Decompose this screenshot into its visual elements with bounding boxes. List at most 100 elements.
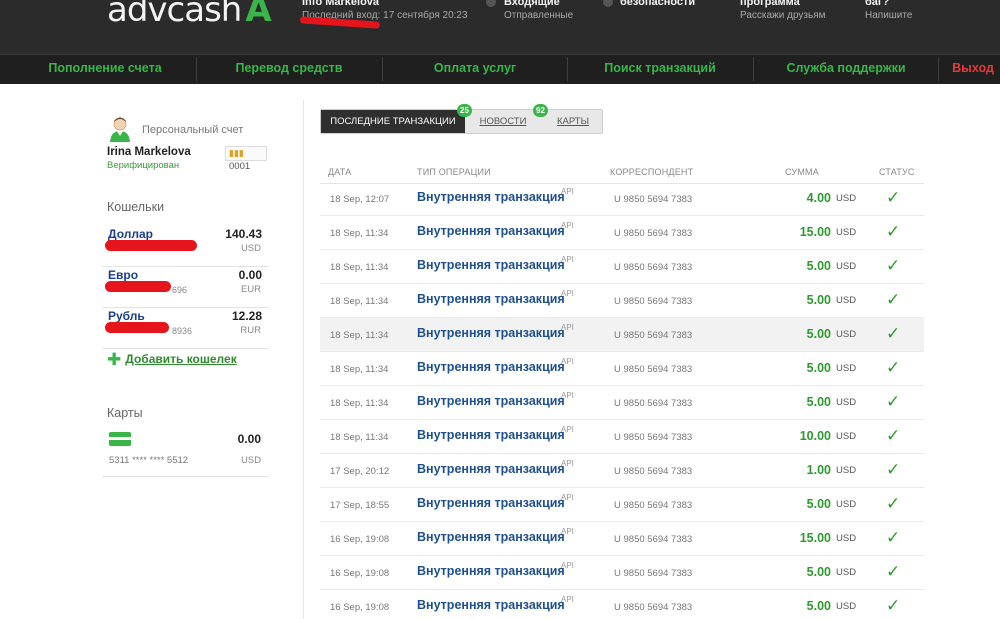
transaction-currency: USD — [836, 601, 857, 612]
wallets-title: Кошельки — [107, 200, 165, 214]
api-tag: API — [561, 391, 574, 400]
account-sidebar: Персональный счет Irina Markelova Верифи… — [100, 84, 270, 619]
nav-deposit[interactable]: Пополнение счета — [0, 55, 210, 85]
transaction-amount: 5.00 — [806, 361, 831, 375]
col-correspondent[interactable]: КОРРЕСПОНДЕНТ — [610, 167, 693, 177]
transaction-date: 16 Sep, 19:08 — [330, 568, 390, 579]
transaction-currency: USD — [836, 295, 857, 306]
transaction-amount: 5.00 — [806, 259, 831, 273]
api-tag: API — [561, 289, 574, 298]
redaction-mark — [105, 281, 171, 292]
wallet-currency: USD — [240, 243, 261, 254]
tab-cards[interactable]: КАРТЫ — [543, 110, 603, 133]
transaction-currency: USD — [836, 193, 857, 204]
messages-link[interactable]: Входящие Отправленные — [504, 0, 573, 22]
status-check-icon: ✓ — [886, 562, 901, 581]
nav-transfer[interactable]: Перевод средств — [196, 55, 382, 85]
level-bars-icon: ▮▮▮ — [229, 148, 244, 158]
envelope-icon — [486, 0, 496, 7]
status-check-icon: ✓ — [886, 222, 901, 241]
wallet-name: Евро — [108, 268, 139, 282]
advcash-logo[interactable]: advcash A — [107, 0, 272, 30]
transaction-type-link[interactable]: Внутренняя транзакция — [417, 258, 565, 272]
transaction-type-link[interactable]: Внутренняя транзакция — [417, 360, 565, 374]
wallet-eur[interactable]: Евро 0.00 696 EUR — [102, 268, 268, 308]
table-row[interactable]: 17 Sep, 20:12 Внутренняя транзакция API U 9… — [320, 454, 924, 488]
nav-exit[interactable]: Выход — [938, 55, 1000, 85]
security-settings-link[interactable]: Настройки безопасности — [620, 0, 715, 9]
transaction-type-link[interactable]: Внутренняя транзакция — [417, 394, 565, 408]
api-tag: API — [561, 459, 574, 468]
col-date[interactable]: ДАТА — [328, 167, 351, 177]
correspondent: U 9850 5694 7383 — [614, 534, 693, 545]
table-row[interactable]: 18 Sep, 11:34 Внутренняя транзакция API U 9… — [320, 420, 924, 454]
table-row[interactable]: 16 Sep, 19:08 Внутренняя транзакция API U 9… — [320, 590, 924, 619]
col-sum[interactable]: СУММА — [785, 167, 819, 177]
transaction-currency: USD — [836, 261, 857, 272]
transaction-date: 18 Sep, 11:34 — [330, 228, 389, 239]
wallet-usd[interactable]: Доллар 140.43 USD — [102, 227, 268, 267]
nav-pay-services[interactable]: Оплата услуг — [382, 55, 568, 85]
table-row[interactable]: 18 Sep, 11:34 Внутренняя транзакция API U 9… — [320, 250, 924, 284]
bug-sub: Напишите — [865, 10, 913, 21]
table-row[interactable]: 16 Sep, 19:08 Внутренняя транзакция API U 9… — [320, 556, 924, 590]
column-divider — [303, 100, 304, 619]
main-nav: Пополнение счета Перевод средств Оплата … — [0, 54, 1000, 84]
transaction-currency: USD — [836, 499, 857, 510]
report-bug-link[interactable]: Нашли баг? Напишите — [865, 0, 925, 22]
transaction-currency: USD — [836, 397, 857, 408]
transaction-type-link[interactable]: Внутренняя транзакция — [417, 326, 565, 340]
transaction-amount: 5.00 — [806, 565, 831, 579]
transaction-type-link[interactable]: Внутренняя транзакция — [417, 292, 565, 306]
table-row[interactable]: 16 Sep, 19:08 Внутренняя транзакция API U 9… — [320, 522, 924, 556]
api-tag: API — [561, 221, 574, 230]
api-tag: API — [561, 323, 574, 332]
transaction-type-link[interactable]: Внутренняя транзакция — [417, 462, 565, 476]
table-row[interactable]: 18 Sep, 11:34 Внутренняя транзакция API U 9… — [320, 352, 924, 386]
api-tag: API — [561, 493, 574, 502]
transactions-tabs: ПОСЛЕДНИЕ ТРАНЗАКЦИИ 25 НОВОСТИ 92 КАРТЫ — [320, 104, 603, 134]
table-row[interactable]: 18 Sep, 11:34 Внутренняя транзакция API U 9… — [320, 216, 924, 250]
correspondent: U 9850 5694 7383 — [614, 500, 693, 511]
tab-news[interactable]: НОВОСТИ — [467, 110, 539, 133]
add-wallet-button[interactable]: ✚ Добавить кошелек — [107, 350, 237, 370]
card-icon[interactable] — [109, 432, 131, 446]
logo-text: advcash — [107, 0, 242, 30]
transaction-currency: USD — [836, 533, 857, 544]
transaction-type-link[interactable]: Внутренняя транзакция — [417, 496, 565, 510]
transaction-date: 17 Sep, 18:55 — [330, 500, 390, 511]
transaction-type-link[interactable]: Внутренняя транзакция — [417, 530, 565, 544]
transaction-type-link[interactable]: Внутренняя транзакция — [417, 224, 565, 238]
card-number: 5311 **** **** 5512 — [109, 455, 189, 466]
transaction-type-link[interactable]: Внутренняя транзакция — [417, 564, 565, 578]
correspondent: U 9850 5694 7383 — [614, 466, 693, 477]
account-level-badge: ▮▮▮ 0001 — [225, 146, 267, 172]
transaction-type-link[interactable]: Внутренняя транзакция — [417, 598, 565, 612]
table-header: ДАТА ТИП ОПЕРАЦИИ КОРРЕСПОНДЕНТ СУММА СТ… — [320, 164, 924, 184]
col-status[interactable]: СТАТУС — [879, 167, 915, 177]
user-name[interactable]: Irina Markelova — [107, 146, 191, 158]
wallet-amount: 140.43 — [225, 227, 262, 241]
table-row[interactable]: 17 Sep, 18:55 Внутренняя транзакция API U 9… — [320, 488, 924, 522]
transaction-date: 18 Sep, 11:34 — [330, 432, 389, 443]
status-check-icon: ✓ — [886, 426, 901, 445]
table-row[interactable]: 18 Sep, 12:07 Внутренняя транзакция API U 9… — [320, 182, 924, 216]
status-check-icon: ✓ — [886, 290, 901, 309]
transaction-type-link[interactable]: Внутренняя транзакция — [417, 428, 565, 442]
card-currency: USD — [240, 455, 261, 466]
transaction-amount: 10.00 — [799, 429, 831, 443]
nav-search-transactions[interactable]: Поиск транзакций — [567, 55, 753, 85]
table-row[interactable]: 18 Sep, 11:34 Внутренняя транзакция API U 9… — [320, 318, 924, 352]
correspondent: U 9850 5694 7383 — [614, 432, 693, 443]
tab-recent-transactions[interactable]: ПОСЛЕДНИЕ ТРАНЗАКЦИИ — [321, 110, 465, 133]
table-row[interactable]: 18 Sep, 11:34 Внутренняя транзакция API U 9… — [320, 284, 924, 318]
transaction-currency: USD — [836, 465, 857, 476]
referral-program-link[interactable]: Реферальная программа Расскажи друзьям — [740, 0, 835, 22]
nav-support[interactable]: Служба поддержки — [753, 55, 939, 85]
api-tag: API — [561, 527, 574, 536]
wallet-rur[interactable]: Рубль 12.28 8936 RUR — [102, 309, 268, 349]
transaction-type-link[interactable]: Внутренняя транзакция — [417, 190, 565, 204]
table-row[interactable]: 18 Sep, 11:34 Внутренняя транзакция API U 9… — [320, 386, 924, 420]
security-title: Настройки безопасности — [620, 0, 696, 8]
col-type[interactable]: ТИП ОПЕРАЦИИ — [417, 167, 491, 177]
